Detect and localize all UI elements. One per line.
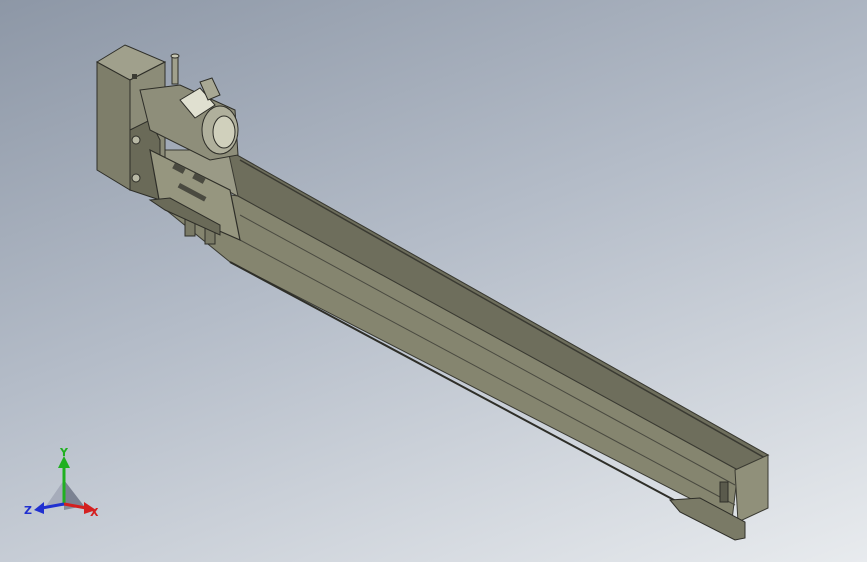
drive-cylinder-face (212, 115, 236, 149)
motor-screw (132, 74, 137, 79)
rail-groove-2 (239, 214, 736, 486)
connector-pin (171, 55, 179, 85)
z-axis-arrow (34, 502, 44, 514)
rail-groove-3 (239, 239, 736, 506)
coupling-bolt-2 (131, 173, 141, 183)
linear-actuator-model[interactable] (0, 0, 867, 562)
end-cap-slot (719, 481, 729, 503)
z-axis-label: Z (24, 504, 32, 517)
y-axis-label: Y (59, 446, 69, 459)
z-axis-line (41, 502, 65, 510)
rail-side-face (227, 149, 770, 471)
coupling-bolt-1 (131, 135, 141, 145)
connector-pin-top (170, 53, 180, 59)
rail-front-face (159, 184, 739, 521)
motor-housing-front (96, 61, 131, 191)
orientation-triad[interactable]: Y X Z (22, 444, 112, 524)
graphics-viewport[interactable]: Y X Z (0, 0, 867, 562)
x-axis-label: X (90, 506, 99, 519)
